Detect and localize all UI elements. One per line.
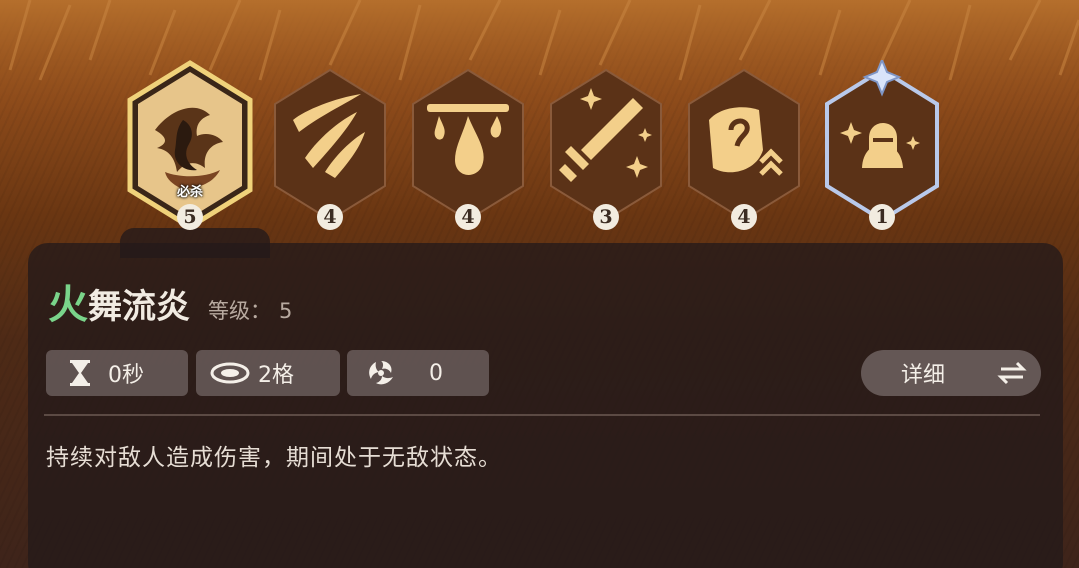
skill-slot-1[interactable]: 必杀 5 bbox=[125, 60, 255, 240]
ultimate-tag: 必杀 bbox=[176, 185, 204, 200]
skill-title: 火 舞流炎 等级： 5 bbox=[48, 272, 292, 330]
detail-button-label: 详细 bbox=[901, 363, 946, 388]
skill-level-badge: 4 bbox=[731, 204, 757, 230]
range-rings-icon bbox=[210, 358, 250, 388]
divider bbox=[44, 414, 1040, 416]
skill-level-badge: 3 bbox=[593, 204, 619, 230]
energy-value: 0 bbox=[429, 360, 443, 386]
hourglass-icon bbox=[60, 358, 100, 388]
level-value: 5 bbox=[279, 299, 293, 323]
skill-level-badge: 5 bbox=[177, 204, 203, 230]
swap-arrows-icon bbox=[997, 361, 1027, 385]
skill-level-badge: 4 bbox=[455, 204, 481, 230]
skill-slot-6[interactable]: 1 bbox=[817, 60, 947, 240]
swirl-icon bbox=[361, 358, 401, 388]
skill-description: 持续对敌人造成伤害，期间处于无敌状态。 bbox=[46, 445, 502, 471]
range-value: 2格 bbox=[258, 363, 294, 388]
skill-slot-3[interactable]: 4 bbox=[403, 60, 533, 240]
detail-button[interactable]: 详细 bbox=[861, 350, 1041, 396]
cooldown-value: 0秒 bbox=[108, 363, 144, 388]
level-label: 等级： bbox=[208, 299, 271, 323]
skill-screen: 必杀 5 4 4 3 4 1 火 舞流炎 等级： 5 0秒 2格 0 详细 持续… bbox=[0, 0, 1079, 568]
range-stat: 2格 bbox=[196, 350, 340, 396]
cooldown-stat: 0秒 bbox=[46, 350, 188, 396]
skill-slot-4[interactable]: 3 bbox=[541, 60, 671, 240]
skill-slot-5[interactable]: 4 bbox=[679, 60, 809, 240]
skill-level-badge: 1 bbox=[869, 204, 895, 230]
skill-name: 舞流炎 bbox=[88, 287, 190, 327]
skill-slot-2[interactable]: 4 bbox=[265, 60, 395, 240]
skill-level-badge: 4 bbox=[317, 204, 343, 230]
energy-stat: 0 bbox=[347, 350, 489, 396]
skill-name-accent: 火 bbox=[48, 281, 88, 328]
skill-row: 必杀 5 4 4 3 4 1 bbox=[120, 60, 960, 240]
